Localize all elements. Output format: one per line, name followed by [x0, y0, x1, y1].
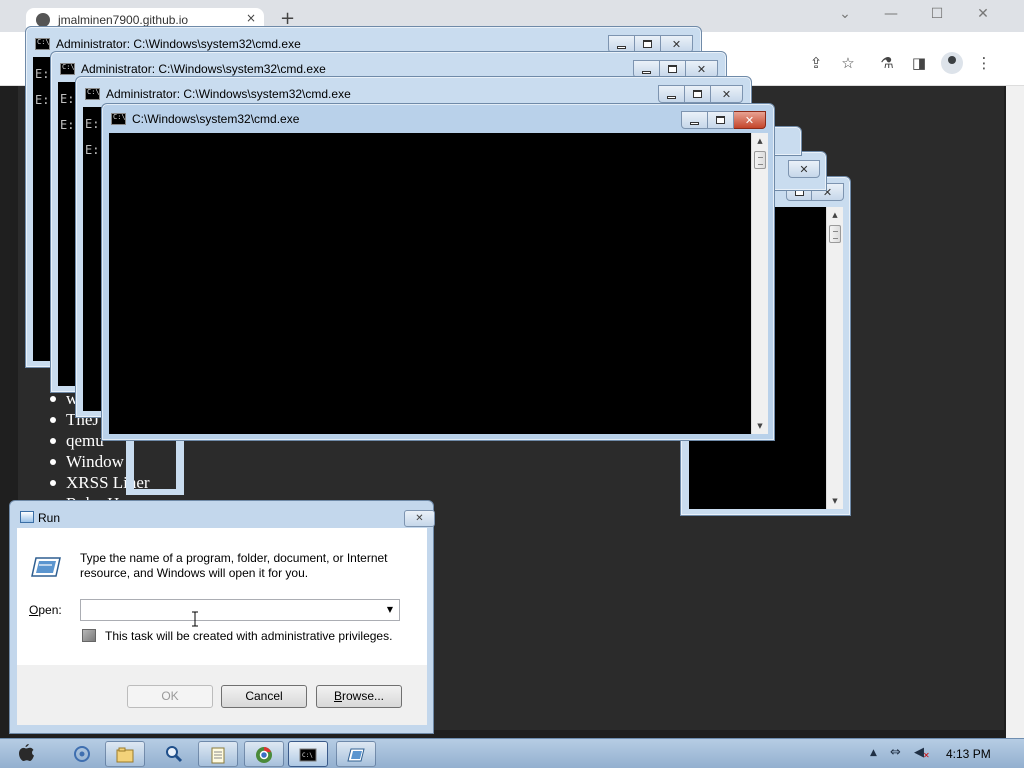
dropdown-arrow-icon[interactable]: ▼ [382, 601, 398, 619]
browser-close-button[interactable]: ✕ [968, 6, 998, 26]
minimize-icon [642, 70, 651, 74]
run-icon [20, 511, 34, 523]
open-label-text: pen: [38, 603, 62, 617]
cmd-icon [60, 63, 75, 75]
notepad-taskbar-button[interactable] [198, 741, 238, 767]
close-icon: ✕ [415, 513, 424, 524]
open-label: Open: [29, 603, 62, 617]
ie-quick-launch-icon[interactable] [62, 741, 102, 767]
minimize-button[interactable] [658, 85, 685, 103]
cancel-button[interactable]: Cancel [221, 685, 307, 708]
close-button[interactable]: ✕ [404, 510, 435, 527]
browser-scrollbar[interactable] [1006, 86, 1024, 738]
browse-label: rowse... [342, 689, 385, 703]
close-icon: ✕ [696, 62, 707, 76]
scroll-up-icon[interactable]: ▲ [752, 133, 768, 149]
extensions-icon[interactable]: ⚗ [876, 52, 898, 74]
minimize-button[interactable] [681, 111, 708, 129]
cmd-icon [35, 38, 50, 50]
chrome-taskbar-button[interactable] [244, 741, 284, 767]
window-title: Administrator: C:\Windows\system32\cmd.e… [56, 37, 301, 51]
cmd-icon [85, 88, 100, 100]
share-icon[interactable]: ⇪ [805, 52, 827, 74]
open-input[interactable] [81, 600, 381, 620]
minimize-icon [667, 95, 676, 99]
close-icon: ✕ [799, 162, 809, 176]
maximize-icon [716, 116, 725, 124]
scroll-down-icon[interactable]: ▼ [827, 493, 843, 509]
svg-text:C:\: C:\ [302, 752, 313, 759]
admin-shield-icon [82, 629, 96, 642]
run-dialog-body [17, 528, 427, 665]
close-button[interactable]: ✕ [734, 111, 766, 129]
close-icon: ✕ [671, 37, 682, 51]
network-icon[interactable]: ⇔ [890, 745, 901, 760]
browser-maximize-button[interactable]: ☐ [922, 6, 952, 26]
start-apple-icon[interactable] [17, 743, 35, 763]
taskbar: C:\ ▲ ⇔ ◀ ✕ 4:13 PM [0, 738, 1024, 768]
console-line: E: [60, 92, 75, 106]
window-title: Administrator: C:\Windows\system32\cmd.e… [106, 87, 351, 101]
run-taskbar-button[interactable] [336, 741, 376, 767]
cmd-window-active[interactable]: C:\Windows\system32\cmd.exe ✕ ▲ ▼ [101, 103, 775, 441]
scroll-down-icon[interactable]: ▼ [752, 418, 768, 434]
minimize-icon [690, 121, 699, 125]
minimize-icon [617, 45, 626, 49]
tab-search-icon[interactable]: ⌄ [830, 6, 860, 26]
cmd-icon [111, 113, 126, 125]
window-title: C:\Windows\system32\cmd.exe [132, 112, 300, 126]
dialog-title: Run [38, 511, 61, 525]
console-scrollbar[interactable]: ▲ ▼ [826, 207, 843, 509]
browser-minimize-button[interactable]: — [876, 6, 906, 26]
side-panel-icon[interactable]: ◨ [908, 52, 930, 74]
text-cursor-icon [192, 611, 198, 627]
scroll-thumb[interactable] [754, 151, 766, 169]
cmd-taskbar-button[interactable]: C:\ [288, 741, 328, 767]
console-line: E: [85, 143, 100, 157]
console-line: E: [35, 93, 50, 107]
tab-close-icon[interactable]: × [246, 11, 256, 25]
ok-button[interactable]: OK [127, 685, 213, 708]
title-bar[interactable]: Administrator: C:\Windows\system32\cmd.e… [76, 77, 751, 103]
console-line: E: [35, 67, 50, 81]
maximize-button[interactable] [708, 111, 734, 129]
scroll-thumb[interactable] [829, 225, 841, 243]
console-scrollbar[interactable]: ▲ ▼ [751, 133, 768, 434]
show-hidden-icons-icon[interactable]: ▲ [870, 748, 877, 758]
maximize-button[interactable] [685, 85, 711, 103]
profile-avatar[interactable] [941, 52, 963, 74]
title-bar[interactable]: C:\Windows\system32\cmd.exe ✕ [102, 104, 774, 130]
title-bar[interactable]: Administrator: C:\Windows\system32\cmd.e… [26, 27, 701, 53]
console-line: E: [85, 117, 100, 131]
close-icon: ✕ [744, 113, 755, 127]
console-line: E: [60, 118, 75, 132]
run-program-icon [31, 557, 61, 577]
explorer-taskbar-button[interactable] [105, 741, 145, 767]
maximize-icon [693, 90, 702, 98]
search-taskbar-button[interactable] [154, 741, 194, 767]
run-description: Type the name of a program, folder, docu… [80, 551, 388, 580]
run-dialog[interactable]: Run ✕ Type the name of a program, folder… [9, 500, 435, 734]
browser-menu-icon[interactable]: ⋮ [973, 52, 995, 74]
scroll-up-icon[interactable]: ▲ [827, 207, 843, 223]
maximize-icon [668, 65, 677, 73]
console-output[interactable] [109, 133, 751, 434]
open-combobox[interactable]: ▼ [80, 599, 400, 621]
browse-button[interactable]: Browse... [316, 685, 402, 708]
open-label-accesskey: O [29, 603, 39, 617]
close-button[interactable]: ✕ [788, 160, 820, 178]
clock[interactable]: 4:13 PM [946, 747, 991, 761]
muted-badge-icon: ✕ [923, 751, 930, 760]
close-icon: ✕ [721, 87, 732, 101]
title-bar[interactable]: Administrator: C:\Windows\system32\cmd.e… [51, 52, 726, 78]
browser-tab-title: jmalminen7900.github.io [58, 13, 189, 27]
admin-note: This task will be created with administr… [105, 629, 393, 643]
window-edge-fragment [126, 440, 184, 495]
window-title: Administrator: C:\Windows\system32\cmd.e… [81, 62, 326, 76]
browse-accesskey: B [333, 689, 342, 703]
globe-icon [36, 13, 50, 27]
bookmark-star-icon[interactable]: ☆ [837, 52, 859, 74]
maximize-icon [643, 40, 652, 48]
close-button[interactable]: ✕ [711, 85, 743, 103]
